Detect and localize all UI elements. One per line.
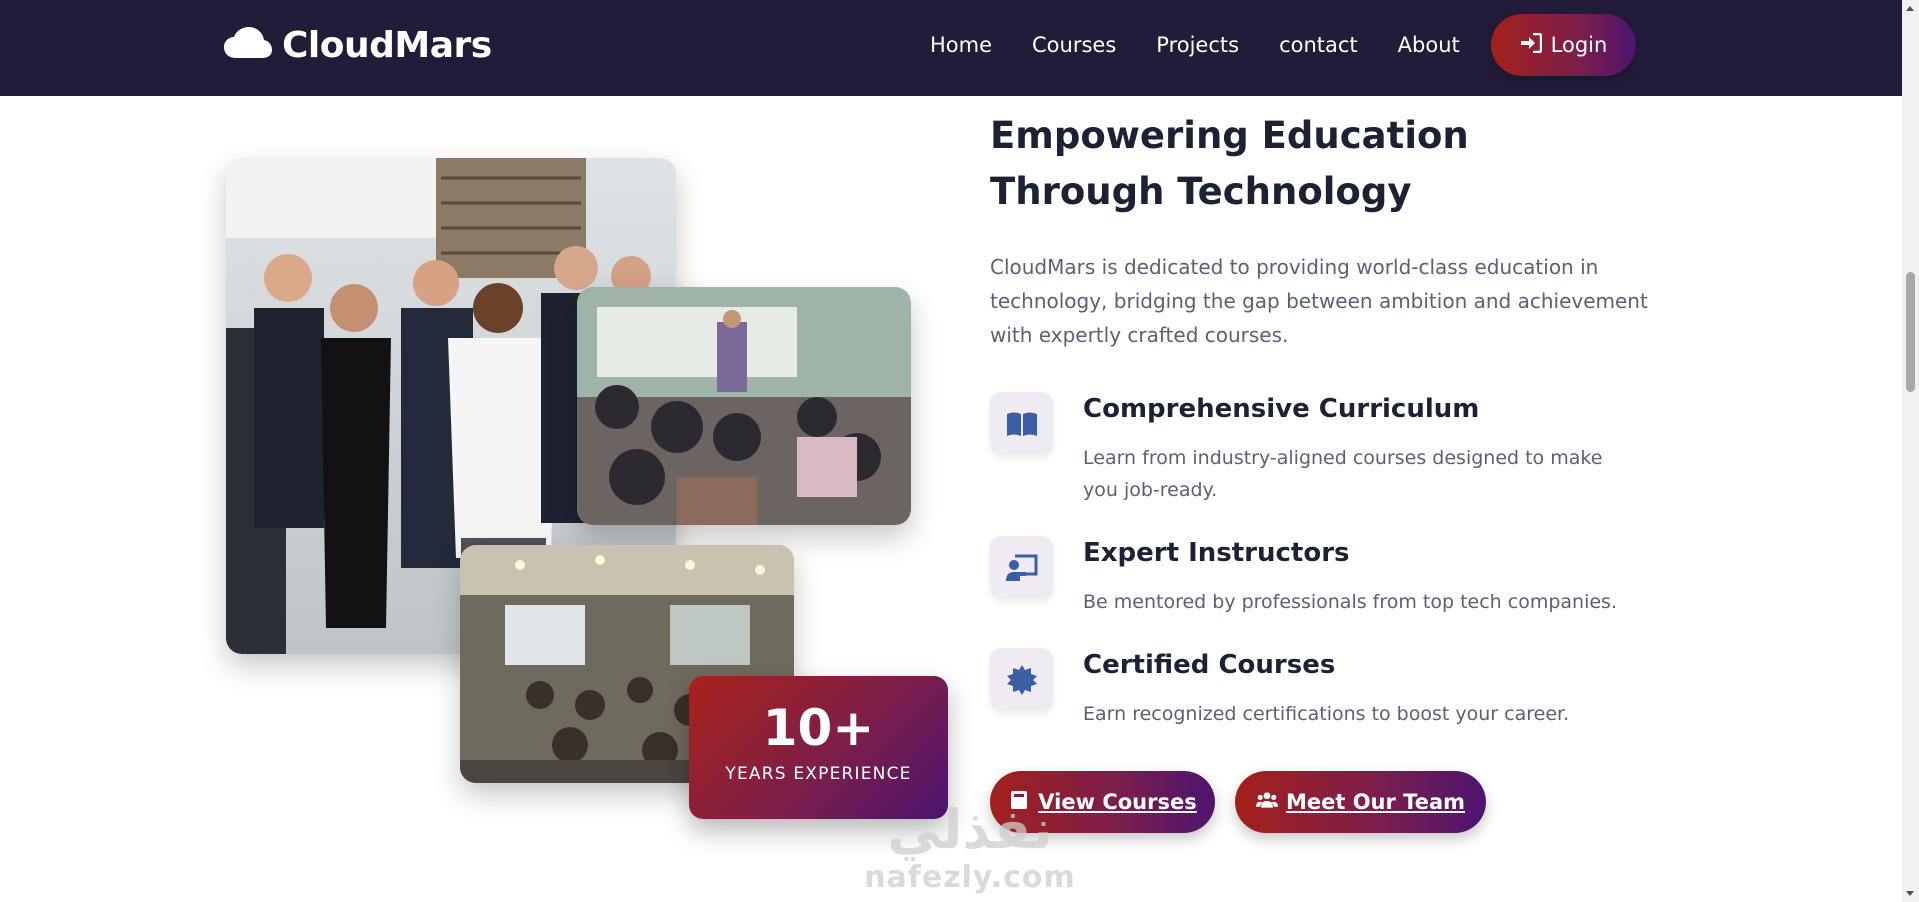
login-label: Login (1550, 33, 1608, 57)
meet-our-team-button[interactable]: Meet Our Team (1235, 771, 1486, 833)
feature-description: Earn recognized certifications to boost … (1083, 703, 1570, 725)
feature-description: Be mentored by professionals from top te… (1083, 591, 1617, 613)
cloud-icon (224, 26, 272, 64)
page-title: Empowering Education Through Technology (990, 114, 1469, 213)
hero-description: CloudMars is dedicated to providing worl… (990, 255, 1648, 347)
login-button[interactable]: Login (1491, 14, 1636, 76)
experience-label: YEARS EXPERIENCE (725, 764, 912, 784)
feature-title: Certified Courses (1083, 650, 1336, 680)
brand-logo[interactable]: CloudMars (224, 22, 492, 68)
book-open-icon (990, 392, 1053, 455)
chalkboard-teacher-icon (990, 536, 1053, 599)
certificate-icon (990, 648, 1053, 711)
feature-title: Comprehensive Curriculum (1083, 394, 1480, 424)
meet-our-team-label: Meet Our Team (1285, 790, 1466, 814)
scroll-down-arrow-icon[interactable] (1906, 891, 1914, 896)
feature-title: Expert Instructors (1083, 538, 1350, 568)
feature-description: Learn from industry-aligned courses desi… (1083, 447, 1603, 501)
main-nav: Home Courses Projects contact About (930, 30, 1500, 60)
book-icon (1008, 790, 1038, 815)
nav-contact[interactable]: contact (1279, 30, 1358, 60)
view-courses-label: View Courses (1038, 790, 1197, 814)
classroom-photo (577, 287, 911, 525)
page-scrollbar[interactable] (1902, 0, 1919, 902)
watermark-latin: nafezly.com (864, 860, 1076, 895)
nav-projects[interactable]: Projects (1156, 30, 1239, 60)
brand-name: CloudMars (282, 24, 492, 66)
experience-number: 10+ (762, 699, 875, 757)
users-icon (1255, 790, 1286, 815)
scrollbar-thumb[interactable] (1906, 272, 1915, 392)
top-navbar: CloudMars Home Courses Projects contact … (0, 0, 1902, 96)
nav-courses[interactable]: Courses (1032, 30, 1116, 60)
sign-in-icon (1520, 32, 1551, 58)
view-courses-button[interactable]: View Courses (990, 771, 1215, 833)
nav-about[interactable]: About (1398, 30, 1460, 60)
scroll-up-arrow-icon[interactable] (1906, 6, 1914, 11)
experience-badge: 10+ YEARS EXPERIENCE (689, 676, 948, 819)
nav-home[interactable]: Home (930, 30, 992, 60)
